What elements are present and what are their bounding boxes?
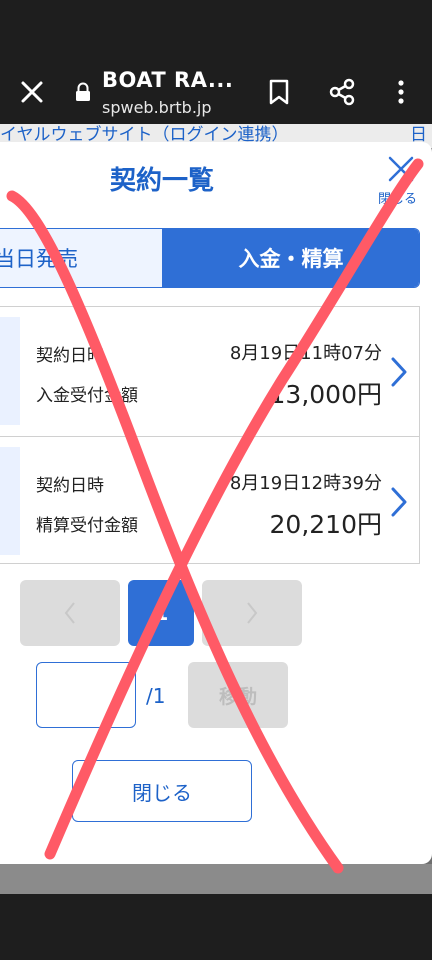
contract-date-label: 契約日時 bbox=[36, 346, 104, 366]
contract-date-value: 8月19日11時07分 bbox=[229, 343, 382, 364]
tab-label: 入金・精算 bbox=[238, 247, 344, 271]
amount-value: 13,000円 bbox=[269, 380, 382, 409]
chevron-right-icon[interactable] bbox=[388, 355, 410, 389]
pager-current-page[interactable]: 1 bbox=[128, 580, 194, 646]
browser-page-title[interactable]: BOAT RA... bbox=[102, 68, 233, 92]
share-icon[interactable] bbox=[328, 78, 356, 106]
pager-prev-button[interactable] bbox=[20, 580, 120, 646]
screen: BOAT RA... spweb.brtb.jp イヤルウェブサイト（ログイン連… bbox=[0, 0, 432, 960]
contract-row[interactable]: 契約日時 8月19日12時39分 精算受付金額 20,210円 bbox=[0, 436, 420, 564]
row-marker bbox=[0, 317, 20, 425]
modal-close-button[interactable]: 閉じる bbox=[378, 152, 426, 208]
close-icon[interactable] bbox=[16, 76, 48, 108]
browser-url[interactable]: spweb.brtb.jp bbox=[102, 98, 212, 117]
modal-close-label: 閉じる bbox=[378, 192, 418, 207]
tab-label: 当日発売 bbox=[0, 247, 78, 271]
bookmark-icon[interactable] bbox=[266, 78, 292, 106]
page-jump-input[interactable] bbox=[36, 662, 136, 728]
more-vert-icon[interactable] bbox=[390, 78, 412, 106]
amount-value: 20,210円 bbox=[269, 510, 382, 539]
system-nav-area bbox=[0, 894, 432, 960]
browser-toolbar: BOAT RA... spweb.brtb.jp bbox=[0, 0, 432, 124]
lock-icon bbox=[76, 82, 90, 101]
contract-row[interactable]: 契約日時 8月19日11時07分 入金受付金額 13,000円 bbox=[0, 307, 420, 435]
contract-list-modal: 契約一覧 閉じる 当日発売 入金・精算 契約日時 8月19日11時07分 入金受… bbox=[0, 142, 432, 864]
chevron-left-icon bbox=[64, 602, 75, 624]
tab-bar: 当日発売 入金・精算 bbox=[0, 228, 420, 288]
modal-title: 契約一覧 bbox=[109, 166, 214, 196]
chevron-right-icon[interactable] bbox=[388, 485, 410, 519]
page-jump-button[interactable]: 移動 bbox=[188, 662, 288, 728]
close-button[interactable]: 閉じる bbox=[72, 760, 252, 822]
contract-list: 契約日時 8月19日11時07分 入金受付金額 13,000円 契約日時 8月1… bbox=[0, 306, 420, 564]
contract-date-value: 8月19日12時39分 bbox=[229, 473, 382, 494]
page-total-label: /1 bbox=[146, 684, 166, 708]
tab-deposit-settlement[interactable]: 入金・精算 bbox=[162, 229, 419, 287]
close-icon bbox=[388, 156, 414, 182]
chevron-right-icon bbox=[247, 602, 258, 624]
contract-date-label: 契約日時 bbox=[36, 476, 104, 496]
amount-label: 入金受付金額 bbox=[36, 386, 138, 406]
tab-same-day-sale[interactable]: 当日発売 bbox=[0, 229, 162, 287]
amount-label: 精算受付金額 bbox=[36, 516, 138, 536]
row-marker bbox=[0, 447, 20, 555]
page-bottom-backdrop bbox=[0, 864, 432, 894]
pager-next-button[interactable] bbox=[202, 580, 302, 646]
